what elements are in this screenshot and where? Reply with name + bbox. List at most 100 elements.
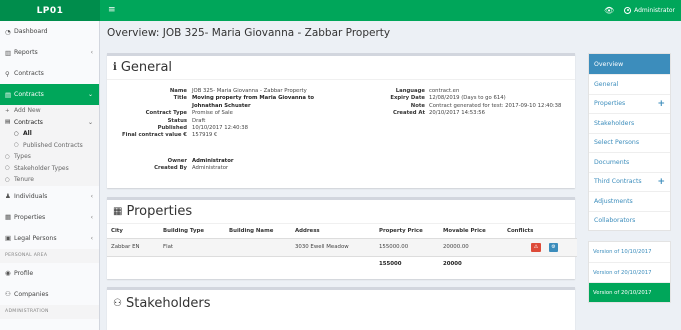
column-header: Property Price — [375, 224, 439, 239]
sidebar-item-individuals[interactable]: ♟ Individuals ‹ — [0, 186, 99, 207]
nav-label: Adjustments — [594, 197, 633, 205]
field-label-contract-type: Contract Type — [145, 110, 187, 117]
table-header-row: City Building Type Building Name Address… — [107, 224, 577, 239]
nav-documents[interactable]: Documents — [589, 152, 670, 172]
field-label-note: Note — [410, 102, 425, 109]
cell-actions: ⚙ — [545, 237, 577, 256]
nav-properties[interactable]: Properties + — [589, 93, 670, 114]
field-value-name: JOB 325- Maria Giovanna - Zabbar Propert… — [192, 88, 307, 94]
section-nav-list: Overview General Properties + Stakeholder… — [588, 53, 671, 231]
column-header: City — [107, 224, 159, 239]
sidebar-header-personal-area: PERSONAL AREA — [0, 248, 99, 263]
sidebar-sub-label: Stakeholder Types — [14, 164, 69, 172]
sidebar-item-label: Profile — [14, 269, 34, 277]
sidebar-item-profile[interactable]: ◉ Profile — [0, 263, 99, 284]
nav-adjustments[interactable]: Adjustments — [589, 191, 670, 211]
info-icon: i — [113, 62, 117, 73]
total-movable-price: 20000 — [439, 255, 503, 272]
general-card: i General Name JOB 325- Maria Giovanna -… — [107, 53, 575, 188]
add-third-contract-plus-icon[interactable]: + — [657, 177, 665, 187]
field-value-note: Contract generated for test: 2017-09-10 … — [429, 102, 562, 109]
dashboard-icon: ◔ — [5, 27, 11, 36]
properties-title: Properties — [126, 204, 193, 219]
sidebar-sub-published[interactable]: ○ Published Contracts — [0, 139, 99, 151]
sidebar-sub-tenure[interactable]: ○ Tenure — [0, 174, 99, 186]
user-menu[interactable]: Administrator — [624, 7, 675, 14]
chevron-left-icon: ‹ — [90, 234, 93, 242]
field-value-owner: Administrator — [192, 158, 234, 164]
cell-address: 3030 Ewell Meadow — [291, 237, 375, 256]
file-icon: ▤ — [5, 119, 11, 126]
nav-label: Properties — [594, 100, 626, 108]
field-value-expiry: 12/08/2019 (Days to go 614) — [429, 95, 506, 102]
field-label-expiry: Expiry Date — [390, 95, 425, 102]
sidebar-sub-all[interactable]: ○ All — [0, 128, 99, 140]
sidebar-item-contracts[interactable]: ▤ Contracts ⌄ — [0, 84, 99, 105]
eye-icon[interactable]: 👁 — [604, 6, 614, 15]
sidebar-item-label: Reports — [14, 49, 38, 56]
user-icon — [624, 7, 632, 14]
sidebar-item-search-contracts[interactable]: ⚲ Contracts — [0, 63, 99, 84]
sidebar-item-properties[interactable]: ▦ Properties ‹ — [0, 207, 99, 228]
chevron-down-icon: ⌄ — [87, 91, 93, 98]
sidebar-sub-label: Types — [14, 153, 31, 161]
property-settings-button[interactable]: ⚙ — [549, 242, 558, 252]
nav-label: Select Persons — [594, 139, 640, 147]
field-label-created-by: Created By — [154, 165, 187, 172]
version-item-active[interactable]: Version of 20/10/2017 — [589, 282, 670, 302]
general-title: General — [120, 60, 173, 75]
field-value-created-by: Administrator — [192, 165, 229, 172]
add-property-plus-icon[interactable]: + — [657, 99, 665, 109]
menu-toggle-icon[interactable]: ≡ — [108, 5, 116, 15]
column-header: Movable Price — [439, 224, 503, 239]
nav-stakeholders[interactable]: Stakeholders — [589, 113, 670, 133]
nav-label: Documents — [594, 158, 630, 166]
table-row: Zabbar EN Flat 3030 Ewell Meadow 155000.… — [107, 237, 577, 256]
cell-property-price: 155000.00 — [375, 237, 439, 256]
field-value-status: Draft — [192, 117, 206, 124]
version-item[interactable]: Version of 20/10/2017 — [589, 262, 670, 282]
circle-icon: ○ — [5, 176, 10, 183]
sidebar-item-label: Properties — [14, 213, 46, 221]
circle-icon: ○ — [14, 142, 19, 149]
plus-icon: + — [5, 107, 10, 114]
version-item[interactable]: Version of 10/10/2017 — [589, 242, 670, 262]
general-left-fields: Name JOB 325- Maria Giovanna - Zabbar Pr… — [107, 88, 347, 188]
stakeholders-card-header: ⚇ Stakeholders — [107, 290, 575, 316]
cell-conflicts: ⚠ — [503, 237, 545, 256]
properties-table: City Building Type Building Name Address… — [107, 224, 577, 272]
sidebar-sub-types[interactable]: ○ Types — [0, 151, 99, 163]
sidebar-item-companies[interactable]: ⚇ Companies — [0, 284, 99, 305]
sidebar-sub-add-new[interactable]: + Add New — [0, 105, 99, 117]
nav-label: General — [594, 80, 619, 88]
nav-collaborators[interactable]: Collaborators — [589, 210, 670, 231]
nav-label: Overview — [594, 60, 624, 68]
sidebar: ◔ Dashboard ▥ Reports ‹ ⚲ Contracts ▤ Co… — [0, 21, 100, 330]
field-label-language: Language — [395, 88, 425, 94]
properties-card: ▦ Properties City Building Type Building… — [107, 197, 577, 279]
sidebar-item-legal-persons[interactable]: ▣ Legal Persons ‹ — [0, 228, 99, 249]
brand-logo[interactable]: LP01 — [0, 0, 100, 21]
sidebar-sub-label: Add New — [14, 107, 41, 115]
nav-select-persons[interactable]: Select Persons — [589, 132, 670, 153]
field-value-contract-type: Promise of Sale — [192, 110, 233, 117]
field-value-title-line1: Moving property from Maria Giovanna to — [192, 95, 315, 102]
sidebar-item-reports[interactable]: ▥ Reports ‹ — [0, 42, 99, 63]
field-label-status: Status — [167, 117, 187, 124]
chart-icon: ▥ — [5, 48, 12, 57]
top-navbar: LP01 ≡ 👁 Administrator — [0, 0, 681, 21]
field-value-title-line2: Johnathan Schuster — [192, 102, 251, 109]
nav-third-contracts[interactable]: Third Contracts + — [589, 171, 670, 192]
circle-icon: ○ — [5, 153, 10, 160]
column-header: Building Type — [159, 224, 225, 239]
sidebar-item-dashboard[interactable]: ◔ Dashboard — [0, 21, 99, 42]
sidebar-sub-label: Published Contracts — [23, 141, 83, 149]
column-header: Building Name — [225, 224, 291, 239]
nav-general[interactable]: General — [589, 74, 670, 94]
nav-overview[interactable]: Overview — [589, 54, 670, 74]
sidebar-sub-stakeholder-types[interactable]: ○ Stakeholder Types — [0, 162, 99, 174]
building-icon: ▦ — [113, 206, 123, 217]
sidebar-sub-contracts[interactable]: ▤ Contracts ⌄ — [0, 116, 99, 128]
conflict-warning-button[interactable]: ⚠ — [531, 242, 541, 252]
users-icon: ⚇ — [5, 290, 11, 298]
